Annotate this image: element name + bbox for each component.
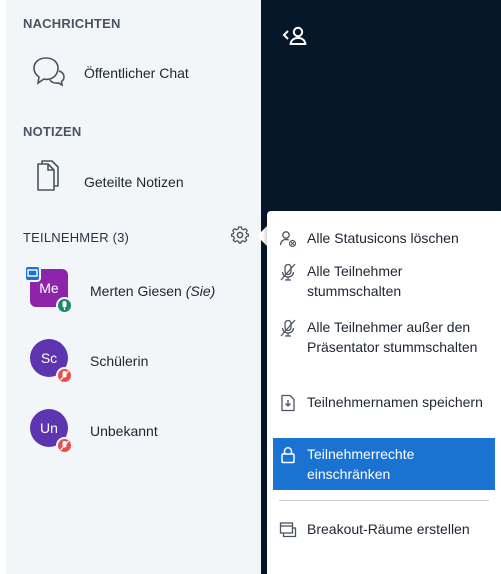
menu-item-save-names[interactable]: Teilnehmernamen speichern: [273, 392, 495, 434]
you-suffix: (Sie): [185, 283, 216, 299]
muted-microphone-icon: [56, 367, 73, 384]
user-list-icon: [279, 26, 309, 54]
user-row-schuelerin[interactable]: Sc Schülerin: [6, 335, 261, 385]
participants-section-title: TEILNEHMER (3): [23, 230, 130, 245]
menu-pointer: [257, 226, 267, 246]
user-list-sidebar: NACHRICHTEN Öffentlicher Chat NOTIZEN Ge…: [6, 0, 261, 574]
messages-section-title: NACHRICHTEN: [23, 16, 121, 31]
shared-notes-item[interactable]: Geteilte Notizen: [6, 160, 261, 200]
user-row-unbekannt[interactable]: Un Unbekannt: [6, 405, 261, 455]
user-name: Unbekannt: [90, 423, 158, 439]
gear-icon[interactable]: [230, 226, 250, 244]
menu-item-label: Alle Statusicons löschen: [307, 230, 459, 246]
menu-item-mute-all[interactable]: Alle Teilnehmer stummschalten: [273, 261, 495, 303]
mute-icon: [279, 263, 297, 281]
menu-item-mute-all-except-presenter[interactable]: Alle Teilnehmer außer den Präsentator st…: [273, 317, 495, 379]
muted-microphone-icon: [56, 437, 73, 454]
menu-item-label: Breakout-Räume erstellen: [307, 521, 470, 537]
menu-item-label: Teilnehmerrechte einschränken: [307, 446, 415, 482]
user-name: Schülerin: [90, 353, 149, 369]
menu-item-breakout-rooms[interactable]: Breakout-Räume erstellen: [273, 519, 495, 561]
rooms-icon: [279, 521, 297, 539]
toggle-user-list-button[interactable]: [279, 22, 309, 50]
menu-item-lock-viewers[interactable]: Teilnehmerrechte einschränken: [273, 438, 495, 490]
notes-section-title: NOTIZEN: [23, 124, 82, 139]
user-name: Merten Giesen (Sie): [90, 283, 215, 299]
public-chat-item[interactable]: Öffentlicher Chat: [6, 53, 261, 93]
menu-item-label: Alle Teilnehmer außer den Präsentator st…: [307, 319, 478, 355]
menu-item-clear-status[interactable]: Alle Statusicons löschen: [273, 228, 495, 252]
lock-icon: [279, 446, 297, 464]
clear-status-icon: [279, 230, 297, 248]
user-name-text: Merten Giesen: [90, 283, 182, 299]
microphone-icon: [56, 297, 73, 314]
shared-notes-label: Geteilte Notizen: [84, 174, 184, 190]
public-chat-label: Öffentlicher Chat: [84, 65, 189, 81]
menu-item-label: Alle Teilnehmer stummschalten: [307, 263, 403, 299]
presenter-icon: [24, 265, 41, 282]
participant-options-menu: Alle Statusicons löschen Alle Teilnehmer…: [267, 211, 501, 574]
menu-divider: [279, 500, 489, 501]
notes-icon: [33, 160, 61, 201]
save-file-icon: [279, 394, 297, 412]
chat-icon: [32, 55, 68, 92]
mute-icon: [279, 319, 297, 337]
menu-item-label: Teilnehmernamen speichern: [307, 394, 483, 410]
user-row-merten[interactable]: Me Merten Giesen (Sie): [6, 265, 261, 315]
